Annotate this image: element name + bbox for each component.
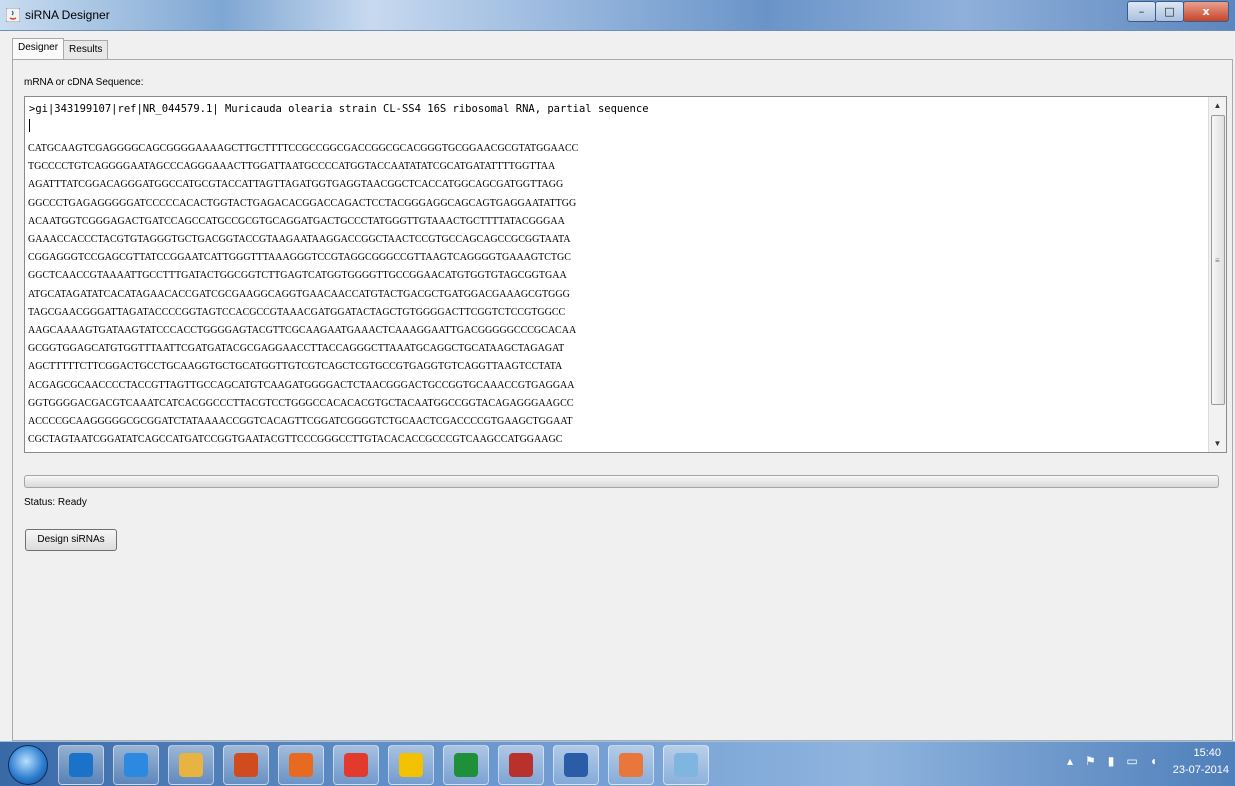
grip-icon: ≡ bbox=[1215, 256, 1220, 265]
outlook-icon bbox=[399, 753, 423, 777]
start-button[interactable] bbox=[8, 745, 48, 785]
taskbar: ▴⚑▮▭◖ 15:40 23-07-2014 bbox=[0, 741, 1235, 786]
taskbar-access-button[interactable] bbox=[498, 745, 544, 785]
sequence-line: CGGAGGGTCCGAGCGTTATCCGGAATCATTGGGTTTAAAG… bbox=[28, 252, 571, 264]
sequence-line: TAGCGAACGGGATTAGATACCCCGGTAGTCCACGCCGTAA… bbox=[28, 306, 566, 318]
clock-date[interactable]: 23-07-2014 bbox=[1173, 764, 1229, 776]
taskbar-java-button[interactable] bbox=[608, 745, 654, 785]
progress-bar bbox=[24, 475, 1219, 488]
system-tray: ▴⚑▮▭◖ 15:40 23-07-2014 bbox=[1045, 742, 1235, 786]
scroll-up-icon[interactable]: ▲ bbox=[1209, 97, 1226, 114]
sequence-line: ACGAGCGCAACCCCTACCGTTAGTTGCCAGCATGTCAAGA… bbox=[28, 379, 575, 391]
design-sirnas-button[interactable]: Design siRNAs bbox=[25, 529, 117, 551]
sequence-line: CATGCAAGTCGAGGGGCAGCGGGGAAAAGCTTGCTTTTCC… bbox=[28, 143, 579, 154]
taskbar-internet-explorer-button[interactable] bbox=[113, 745, 159, 785]
media-player-icon bbox=[69, 753, 93, 777]
sequence-line: TGCCCCTGTCAGGGGAATAGCCCAGGGAAACTTGGATTAA… bbox=[28, 161, 556, 173]
taskbar-file-explorer-button[interactable] bbox=[168, 745, 214, 785]
taskbar-firefox-button[interactable] bbox=[278, 745, 324, 785]
tab-bar: Designer Results bbox=[12, 38, 109, 60]
vertical-scrollbar[interactable]: ▲ ≡ ▼ bbox=[1208, 97, 1226, 452]
close-button[interactable]: x bbox=[1183, 1, 1229, 22]
taskbar-word-button[interactable] bbox=[553, 745, 599, 785]
sequence-line: CGCTAGTAATCGGATATCAGCCATGATCCGGTGAATACGT… bbox=[28, 434, 563, 446]
window-title: siRNA Designer bbox=[25, 8, 110, 22]
tab-results[interactable]: Results bbox=[63, 40, 109, 60]
taskbar-powerpoint-button[interactable] bbox=[223, 745, 269, 785]
taskbar-excel-button[interactable] bbox=[443, 745, 489, 785]
notepad-icon bbox=[674, 753, 698, 777]
access-icon bbox=[509, 753, 533, 777]
sequence-lines: CATGCAAGTCGAGGGGCAGCGGGGAAAAGCTTGCTTTTCC… bbox=[28, 140, 578, 449]
sequence-line: GGCCCTGAGAGGGGGATCCCCCACACTGGTACTGAGACAC… bbox=[28, 197, 577, 209]
sequence-line: AGCTTTTTCTTCGGACTGCCTGCAAGGTGCTGCATGGTTG… bbox=[28, 361, 563, 373]
excel-icon bbox=[454, 753, 478, 777]
sequence-line: AGATTTATCGGACAGGGATGGCCATGCGTACCATTAGTTA… bbox=[28, 179, 564, 191]
sequence-header: >gi|343199107|ref|NR_044579.1| Muricauda… bbox=[29, 103, 649, 115]
window-controls: – □ x bbox=[1127, 1, 1229, 22]
sequence-textarea[interactable]: >gi|343199107|ref|NR_044579.1| Muricauda… bbox=[24, 96, 1227, 453]
word-icon bbox=[564, 753, 588, 777]
firefox-icon bbox=[289, 753, 313, 777]
java-icon bbox=[619, 753, 643, 777]
clock-time[interactable]: 15:40 bbox=[1193, 747, 1221, 759]
scroll-thumb[interactable]: ≡ bbox=[1211, 115, 1225, 405]
tab-designer[interactable]: Designer bbox=[12, 38, 65, 60]
scroll-down-icon[interactable]: ▼ bbox=[1209, 435, 1226, 452]
sequence-line: AAGCAAAAGTGATAAGTATCCCACCTGGGGAGTACGTTCG… bbox=[28, 325, 577, 337]
java-app-icon bbox=[6, 8, 20, 22]
sequence-line: ACCCCGCAAGGGGGCGCGGATCTATAAAACCGGTCACAGT… bbox=[28, 416, 573, 428]
taskbar-media-player-button[interactable] bbox=[58, 745, 104, 785]
status-text: Status: Ready bbox=[24, 497, 87, 508]
sequence-line: ACAATGGTCGGGAGACTGATCCAGCCATGCCGCGTGCAGG… bbox=[28, 215, 565, 227]
chrome-icon bbox=[344, 753, 368, 777]
taskbar-outlook-button[interactable] bbox=[388, 745, 434, 785]
file-explorer-icon bbox=[179, 753, 203, 777]
sequence-line: GCGGTGGAGCATGTGGTTTAATTCGATGATACGCGAGGAA… bbox=[28, 343, 565, 355]
text-caret bbox=[29, 119, 30, 132]
taskbar-notepad-button[interactable] bbox=[663, 745, 709, 785]
sequence-label: mRNA or cDNA Sequence: bbox=[24, 77, 144, 88]
tray-icons[interactable]: ▴⚑▮▭◖ bbox=[1067, 754, 1169, 768]
sequence-line: ATGCATAGATATCACATAGAACACCGATCGCGAAGGCAGG… bbox=[28, 288, 570, 300]
sequence-line: GAAACCACCCTACGTGTAGGGTGCTGACGGTACCGTAAGA… bbox=[28, 234, 571, 246]
maximize-button[interactable]: □ bbox=[1155, 1, 1184, 22]
taskbar-chrome-button[interactable] bbox=[333, 745, 379, 785]
window-titlebar[interactable]: siRNA Designer – □ x bbox=[0, 0, 1235, 31]
sequence-line: GGTGGGGACGACGTCAAATCATCACGGCCCTTACGTCCTG… bbox=[28, 397, 574, 409]
minimize-button[interactable]: – bbox=[1127, 1, 1156, 22]
sequence-line: GGCTCAACCGTAAAATTGCCTTTGATACTGGCGGTCTTGA… bbox=[28, 270, 567, 282]
powerpoint-icon bbox=[234, 753, 258, 777]
internet-explorer-icon bbox=[124, 753, 148, 777]
